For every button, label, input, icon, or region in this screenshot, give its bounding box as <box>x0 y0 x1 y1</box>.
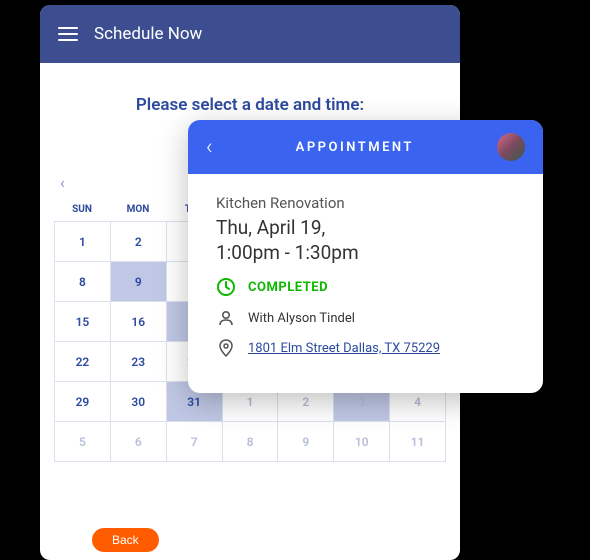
calendar-cell[interactable]: 9 <box>278 422 334 462</box>
calendar-cell[interactable]: 22 <box>55 342 111 382</box>
calendar-cell[interactable]: 30 <box>111 382 167 422</box>
calendar-cell[interactable]: 23 <box>111 342 167 382</box>
calendar-cell[interactable]: 2 <box>111 222 167 262</box>
appointment-with: With Alyson Tindel <box>248 311 355 326</box>
avatar[interactable] <box>497 133 525 161</box>
appointment-status-row: COMPLETED <box>216 277 515 297</box>
calendar-day-label: MON <box>110 198 166 221</box>
chevron-left-icon[interactable]: ‹ <box>60 173 65 192</box>
calendar-cell[interactable]: 29 <box>55 382 111 422</box>
appointment-address-link[interactable]: 1801 Elm Street Dallas, TX 75229 <box>248 341 440 356</box>
calendar-cell[interactable]: 10 <box>334 422 390 462</box>
person-icon <box>216 309 236 327</box>
calendar-cell[interactable]: 9 <box>111 262 167 302</box>
header-title: Schedule Now <box>94 24 202 44</box>
calendar-cell[interactable]: 7 <box>167 422 223 462</box>
appointment-time: 1:00pm - 1:30pm <box>216 241 359 264</box>
appointment-date: Thu, April 19, <box>216 216 325 239</box>
calendar-cell[interactable]: 11 <box>390 422 446 462</box>
appointment-service: Kitchen Renovation <box>216 194 515 212</box>
clock-icon <box>216 277 236 297</box>
appointment-with-row: With Alyson Tindel <box>216 309 515 327</box>
calendar-cell[interactable]: 1 <box>55 222 111 262</box>
calendar-cell[interactable]: 15 <box>55 302 111 342</box>
calendar-cell[interactable]: 8 <box>55 262 111 302</box>
calendar-day-label: SUN <box>54 198 110 221</box>
appointment-header: ‹ APPOINTMENT <box>188 120 543 174</box>
appointment-address-row: 1801 Elm Street Dallas, TX 75229 <box>216 339 515 357</box>
app-header: Schedule Now <box>40 5 460 63</box>
schedule-prompt: Please select a date and time: <box>40 95 460 115</box>
back-button[interactable]: Back <box>92 528 159 552</box>
calendar-cell[interactable]: 16 <box>111 302 167 342</box>
appointment-title: APPOINTMENT <box>296 140 414 155</box>
status-badge: COMPLETED <box>248 280 328 295</box>
calendar-cell[interactable]: 8 <box>223 422 279 462</box>
calendar-cell[interactable]: 6 <box>111 422 167 462</box>
appointment-datetime: Thu, April 19, 1:00pm - 1:30pm <box>216 216 515 265</box>
pin-icon <box>216 339 236 357</box>
appointment-card: ‹ APPOINTMENT Kitchen Renovation Thu, Ap… <box>188 120 543 393</box>
calendar-cell[interactable]: 5 <box>55 422 111 462</box>
back-arrow-icon[interactable]: ‹ <box>206 135 213 160</box>
appointment-body: Kitchen Renovation Thu, April 19, 1:00pm… <box>188 174 543 393</box>
menu-icon[interactable] <box>58 27 78 41</box>
